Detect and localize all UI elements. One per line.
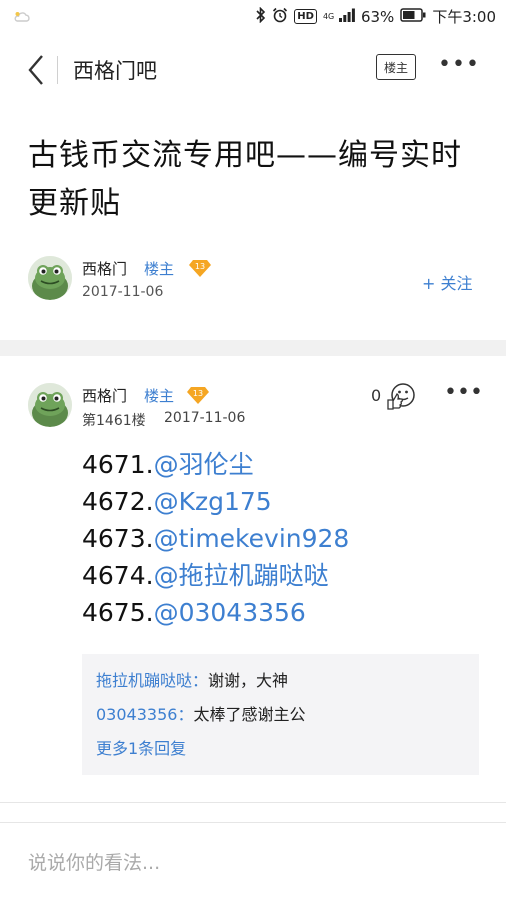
more-replies-link[interactable]: 更多1条回复 [96, 732, 465, 766]
reply-user[interactable]: 拖拉机蹦哒哒： [96, 671, 208, 690]
like-button[interactable] [386, 380, 418, 412]
content-line: 4674.@拖拉机蹦哒哒 [82, 557, 349, 594]
more-dots-icon: ••• [444, 380, 483, 405]
floor-owner-tag: 楼主 [144, 387, 175, 405]
content-line: 4675.@03043356 [82, 594, 349, 631]
reply-row: 03043356：太棒了感谢主公 [96, 698, 465, 732]
chevron-left-icon [28, 55, 43, 85]
owner-tag: 楼主 [144, 260, 175, 278]
reply-user[interactable]: 03043356： [96, 705, 193, 724]
content-line: 4671.@羽伦尘 [82, 446, 349, 483]
network-type: 4G [322, 11, 335, 21]
nav-bar: 西格门吧 楼主 ••• [0, 40, 506, 98]
thread-title: 古钱币交流专用吧——编号实时更新贴 [28, 138, 462, 221]
floor-number: 第1461楼 [82, 413, 146, 429]
hd-badge: HD [294, 9, 317, 24]
divider [0, 822, 506, 823]
signal-icon [338, 8, 355, 26]
post-content: 4671.@羽伦尘 4672.@Kzg175 4673.@timekevin92… [82, 446, 349, 631]
entry-number: 4674. [82, 561, 154, 590]
frog-avatar-icon [28, 383, 72, 427]
content-line: 4673.@timekevin928 [82, 520, 349, 557]
diamond-level-icon: 13 [187, 387, 209, 404]
avatar[interactable] [28, 256, 72, 300]
diamond-level-icon: 13 [189, 260, 211, 277]
entry-number: 4671. [82, 450, 154, 479]
reply-text: 谢谢，大神 [208, 671, 289, 690]
reply-preview-box: 拖拉机蹦哒哒：谢谢，大神 03043356：太棒了感谢主公 更多1条回复 [82, 654, 479, 775]
mention-link[interactable]: @timekevin928 [154, 524, 350, 553]
entry-number: 4672. [82, 487, 154, 516]
mention-link[interactable]: @羽伦尘 [154, 450, 254, 479]
nav-divider [57, 56, 58, 84]
alarm-icon [272, 7, 288, 27]
reply-text: 太棒了感谢主公 [193, 705, 306, 724]
floor-more-button[interactable]: ••• [444, 382, 483, 408]
follow-button[interactable]: + 关注 [422, 270, 473, 294]
mention-link[interactable]: @Kzg175 [154, 487, 272, 516]
bluetooth-icon [256, 6, 266, 27]
floor-author-name[interactable]: 西格门 [82, 385, 127, 406]
floor-date: 2017-11-06 [164, 410, 246, 426]
status-bar: HD 4G 63% 下午3:00 [0, 0, 506, 34]
weather-icon [14, 8, 30, 27]
more-dots-icon: ••• [438, 52, 480, 77]
level-number: 13 [195, 262, 205, 271]
divider [0, 802, 506, 803]
content-line: 4672.@Kzg175 [82, 483, 349, 520]
thumbs-up-face-icon [387, 383, 415, 410]
frog-avatar-icon [28, 256, 72, 300]
forum-name[interactable]: 西格门吧 [73, 55, 157, 85]
clock-time: 下午3:00 [432, 8, 496, 26]
section-separator [0, 340, 506, 356]
floor-level-badge: 13 [186, 385, 210, 405]
entry-number: 4675. [82, 598, 154, 627]
mention-link[interactable]: @拖拉机蹦哒哒 [154, 561, 329, 590]
reply-row: 拖拉机蹦哒哒：谢谢，大神 [96, 664, 465, 698]
entry-number: 4673. [82, 524, 154, 553]
battery-icon [400, 7, 426, 26]
mention-link[interactable]: @03043356 [154, 598, 306, 627]
battery-percent: 63% [360, 7, 395, 26]
more-options-button[interactable]: ••• [438, 54, 479, 80]
comment-input[interactable]: 说说你的看法... [28, 848, 160, 875]
owner-only-toggle[interactable]: 楼主 [376, 54, 416, 80]
level-badge: 13 [188, 258, 212, 278]
floor-avatar[interactable] [28, 383, 72, 427]
like-count: 0 [371, 386, 382, 405]
author-name[interactable]: 西格门 [82, 258, 127, 279]
post-date: 2017-11-06 [82, 284, 164, 300]
back-button[interactable] [24, 52, 52, 88]
level-number: 13 [193, 389, 203, 398]
